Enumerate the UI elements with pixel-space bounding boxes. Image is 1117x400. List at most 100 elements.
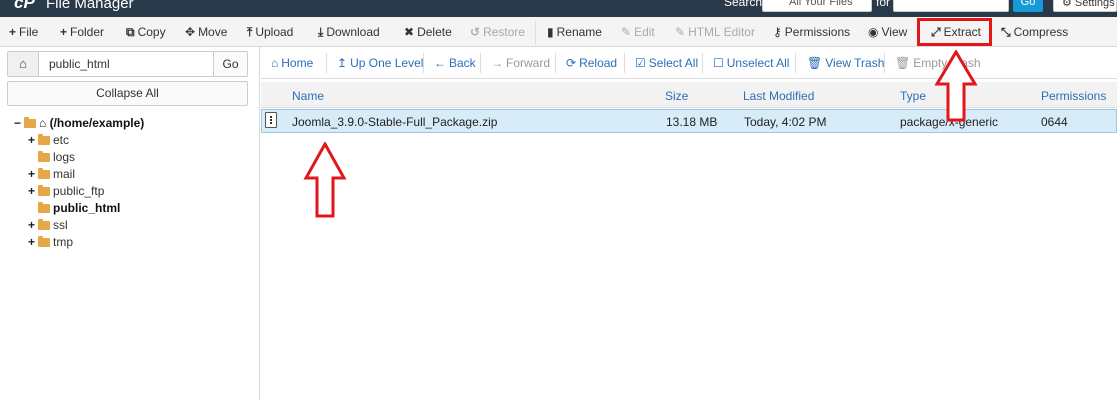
new-folder-label: Folder xyxy=(70,25,105,39)
download-icon: ⤓ xyxy=(318,25,324,39)
rename-icon: ▮ xyxy=(547,25,554,39)
download-button[interactable]: ⤓ Download xyxy=(318,24,380,40)
column-header-name[interactable]: Name xyxy=(292,89,324,103)
column-header-type[interactable]: Type xyxy=(900,89,926,103)
new-file-button[interactable]: + File xyxy=(9,24,38,40)
up-one-level-button[interactable]: ↥ Up One Level xyxy=(337,56,423,70)
move-button[interactable]: ✥ Move xyxy=(185,24,227,40)
expand-icon[interactable]: + xyxy=(28,132,38,148)
for-label: for xyxy=(876,0,891,9)
search-go-button[interactable]: Go xyxy=(1013,0,1043,12)
search-label: Search xyxy=(724,0,763,9)
up-one-level-label: Up One Level xyxy=(350,56,424,70)
column-header-permissions[interactable]: Permissions xyxy=(1041,89,1106,103)
tree-item-label: public_ftp xyxy=(53,184,105,198)
tree-root[interactable]: − ⌂ (/home/example) xyxy=(14,115,144,131)
search-input[interactable] xyxy=(893,0,1009,12)
table-row[interactable]: Joomla_3.9.0-Stable-Full_Package.zip 13.… xyxy=(261,109,1117,133)
cpanel-logo: cP xyxy=(14,0,35,12)
select-all-label: Select All xyxy=(648,56,699,70)
reload-label: Reload xyxy=(579,56,618,70)
forward-label: Forward xyxy=(506,56,551,70)
permissions-button[interactable]: ⚷ Permissions xyxy=(773,24,850,40)
nav-divider xyxy=(795,53,796,73)
upload-icon: ⤒ xyxy=(247,25,253,39)
extract-highlight-box xyxy=(917,18,992,46)
tree-item-label: mail xyxy=(53,167,76,181)
tree-item-mail[interactable]: + mail xyxy=(28,166,75,182)
unselect-all-button[interactable]: ☐ Unselect All xyxy=(713,56,789,70)
permissions-label: Permissions xyxy=(784,25,851,39)
tree-item-ssl[interactable]: + ssl xyxy=(28,217,68,233)
path-go-button[interactable]: Go xyxy=(213,52,247,76)
unselect-all-label: Unselect All xyxy=(726,56,790,70)
edit-button[interactable]: ✎ Edit xyxy=(621,24,655,40)
select-all-button[interactable]: ☑ Select All xyxy=(635,56,698,70)
html-editor-icon: ✎ xyxy=(675,25,686,39)
nav-divider xyxy=(884,53,885,73)
tree-item-public-html[interactable]: public_html xyxy=(38,200,120,216)
tree-item-label: etc xyxy=(53,133,70,147)
tree-item-public-ftp[interactable]: + public_ftp xyxy=(28,183,104,199)
key-icon: ⚷ xyxy=(773,25,782,39)
restore-button[interactable]: ↺ Restore xyxy=(470,24,525,40)
search-scope-select[interactable]: All Your Files xyxy=(762,0,872,12)
reload-button[interactable]: ⟳ Reload xyxy=(566,56,617,70)
arrow-right-icon: → xyxy=(491,56,503,70)
up-arrow-annotation-file xyxy=(303,142,347,218)
nav-divider xyxy=(555,53,556,73)
expand-icon[interactable]: + xyxy=(28,166,38,182)
column-header-size[interactable]: Size xyxy=(665,89,688,103)
folder-open-icon xyxy=(24,117,36,128)
new-file-label: File xyxy=(19,25,39,39)
trash-icon: 🗑 xyxy=(895,56,911,70)
folder-icon xyxy=(38,202,50,213)
expand-icon[interactable]: + xyxy=(28,217,38,233)
path-input[interactable]: public_html xyxy=(49,57,110,71)
compress-button[interactable]: ⤡ Compress xyxy=(1001,24,1068,40)
tree-item-label: tmp xyxy=(53,235,74,249)
expand-icon[interactable]: + xyxy=(28,183,38,199)
reload-icon: ⟳ xyxy=(566,56,577,70)
folder-icon xyxy=(38,185,50,196)
view-trash-button[interactable]: 🗑 View Trash xyxy=(807,56,884,70)
copy-button[interactable]: ⧉ Copy xyxy=(126,24,166,40)
file-size: 13.18 MB xyxy=(666,115,718,129)
delete-button[interactable]: ✖ Delete xyxy=(404,24,452,40)
file-name[interactable]: Joomla_3.9.0-Stable-Full_Package.zip xyxy=(292,115,497,129)
restore-icon: ↺ xyxy=(470,25,481,39)
upload-button[interactable]: ⤒ Upload xyxy=(247,24,293,40)
settings-button[interactable]: ⚙ Settings xyxy=(1053,0,1117,12)
zip-file-icon xyxy=(265,112,277,128)
home-nav-button[interactable]: ⌂ Home xyxy=(271,56,313,70)
tree-item-etc[interactable]: + etc xyxy=(28,132,69,148)
nav-divider xyxy=(480,53,481,73)
delete-label: Delete xyxy=(417,25,452,39)
rename-button[interactable]: ▮ Rename xyxy=(547,24,602,40)
collapse-icon[interactable]: − xyxy=(14,115,24,131)
view-button[interactable]: ◉ View xyxy=(868,24,907,40)
column-header-last-modified[interactable]: Last Modified xyxy=(743,89,814,103)
nav-divider xyxy=(423,53,424,73)
home-icon[interactable]: ⌂ xyxy=(8,52,39,76)
new-folder-button[interactable]: + Folder xyxy=(60,24,104,40)
expand-icon[interactable]: + xyxy=(28,234,38,250)
html-editor-label: HTML Editor xyxy=(688,25,755,39)
tree-item-logs[interactable]: logs xyxy=(38,149,75,165)
compress-label: Compress xyxy=(1013,25,1069,39)
back-button[interactable]: ← Back xyxy=(434,56,476,70)
collapse-all-button[interactable]: Collapse All xyxy=(7,81,248,106)
level-up-icon: ↥ xyxy=(337,56,348,70)
up-arrow-annotation-extract xyxy=(934,50,978,122)
view-trash-label: View Trash xyxy=(825,56,885,70)
move-label: Move xyxy=(198,25,228,39)
pencil-icon: ✎ xyxy=(621,25,632,39)
nav-divider xyxy=(326,53,327,73)
tree-item-label: ssl xyxy=(53,218,68,232)
html-editor-button[interactable]: ✎ HTML Editor xyxy=(675,24,755,40)
directory-sidebar: ⌂ public_html Go Collapse All − ⌂ (/home/… xyxy=(0,47,260,400)
path-bar: ⌂ public_html Go xyxy=(7,51,248,77)
forward-button[interactable]: → Forward xyxy=(491,56,550,70)
tree-item-tmp[interactable]: + tmp xyxy=(28,234,73,250)
arrow-left-icon: ← xyxy=(434,56,446,70)
